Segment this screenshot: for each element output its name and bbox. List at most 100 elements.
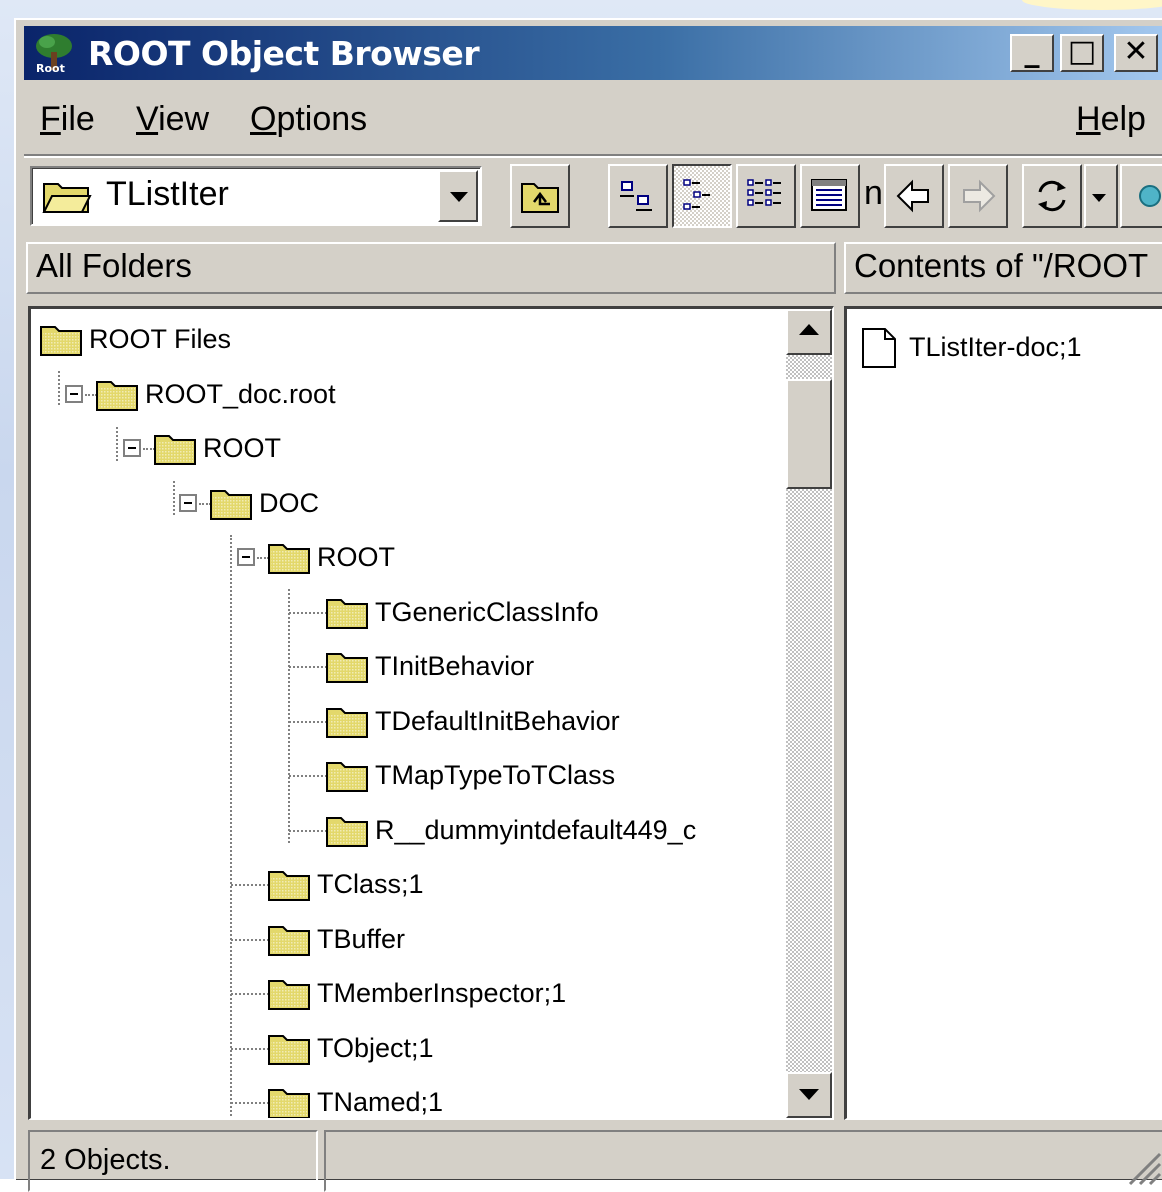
tree-node-label: DOC (259, 487, 319, 518)
forward-button[interactable] (948, 164, 1008, 228)
desktop-background: Root ROOT Object Browser _ □ ✕ File View… (0, 0, 1162, 1192)
menu-file[interactable]: File (40, 100, 95, 139)
small-icons-view-button[interactable] (672, 164, 732, 228)
scroll-down-button[interactable] (786, 1072, 832, 1118)
tree-node[interactable]: DOC (167, 481, 832, 525)
tree-node-label: ROOT Files (89, 324, 232, 354)
tree-node-label: TNamed;1 (317, 1087, 444, 1117)
menu-options-label: ptions (276, 100, 368, 138)
folder-icon (326, 598, 368, 629)
tree-node-label: TInitBehavior (375, 651, 535, 681)
list-view-button[interactable] (736, 164, 796, 228)
tree-node[interactable]: ROOT Files (31, 317, 757, 361)
folder-icon (210, 489, 252, 520)
tree-node[interactable]: TDefaultInitBehavior (283, 699, 832, 743)
tree-node[interactable]: TBuffer (225, 917, 832, 961)
menu-help-label: elp (1100, 100, 1146, 138)
menu-view[interactable]: View (136, 100, 209, 139)
tree-node[interactable]: TObject;1 (225, 1026, 832, 1070)
all-folders-header[interactable]: All Folders (26, 242, 836, 294)
collapse-toggle-icon[interactable] (65, 384, 83, 403)
location-combobox[interactable]: TListIter (30, 166, 482, 226)
tree-node[interactable]: TInitBehavior (283, 644, 832, 688)
tree-connector (231, 993, 269, 995)
tree-connector (231, 1047, 269, 1050)
folder-icon (268, 925, 310, 956)
extra-toolbar-button[interactable] (1120, 164, 1162, 228)
chevron-down-icon (1092, 194, 1106, 202)
refresh-icon (1038, 180, 1066, 212)
resize-grip-icon[interactable] (1124, 1148, 1162, 1188)
tree-node[interactable]: TMapTypeToTClass (283, 753, 832, 797)
folder-icon (326, 653, 368, 683)
menu-file-label: ile (60, 100, 95, 138)
maximize-button[interactable]: □ (1060, 34, 1104, 72)
tree-node-label: TClass;1 (317, 869, 424, 899)
tree-node[interactable]: R__dummyintdefault449_c (283, 808, 832, 852)
tree-connector (289, 720, 327, 723)
title-bar[interactable]: Root ROOT Object Browser _ □ ✕ (24, 26, 1162, 80)
contents-header[interactable]: Contents of "/ROOT (844, 242, 1162, 294)
tree-node[interactable]: TNamed;1 (225, 1080, 832, 1118)
root-tree-app-icon[interactable]: Root (32, 32, 76, 74)
back-button[interactable] (884, 164, 944, 228)
status-secondary (324, 1130, 1162, 1192)
collapse-toggle-icon[interactable] (179, 493, 197, 512)
tree-vertical-scrollbar[interactable] (786, 309, 832, 1118)
status-objects-count: 2 Objects. (28, 1130, 318, 1192)
list-icon (747, 179, 781, 206)
folder-icon (268, 871, 310, 901)
folder-icon (326, 707, 368, 738)
folder-tree-panel[interactable]: ROOT Files ROOT_doc.root ROOT DOC ROOT TGener… (28, 306, 834, 1120)
up-one-level-button[interactable] (510, 164, 570, 228)
tree-connector (289, 611, 327, 614)
up-folder-icon (521, 183, 559, 213)
refresh-button[interactable] (1022, 164, 1082, 228)
details-view-button[interactable] (800, 164, 860, 228)
tree-node-label: ROOT (203, 433, 281, 463)
tree-node[interactable]: TMemberInspector;1 (225, 971, 832, 1015)
tree-connector (231, 884, 269, 886)
menu-separator (24, 154, 1162, 158)
folder-icon (154, 435, 196, 465)
tree-node[interactable]: ROOT (225, 535, 832, 579)
tree-node-label: R__dummyintdefault449_c (375, 814, 697, 845)
collapse-toggle-icon[interactable] (123, 439, 141, 457)
collapse-toggle-icon[interactable] (237, 548, 255, 566)
tree-node[interactable]: TGenericClassInfo (283, 590, 832, 634)
tree-connector (289, 666, 327, 668)
menu-help[interactable]: Help (1076, 100, 1146, 139)
scroll-up-button[interactable] (786, 309, 832, 355)
contents-panel[interactable]: TListIter-doc;1 (844, 306, 1162, 1120)
folder-icon (268, 544, 310, 574)
list-item-label: TListIter-doc;1 (909, 332, 1082, 362)
tree-node-label: TBuffer (317, 923, 406, 954)
tree-node-label: ROOT (317, 542, 395, 572)
toolbar-partial-label: n (864, 174, 883, 212)
folder-icon (326, 816, 368, 847)
large-icons-icon (620, 181, 652, 211)
tree-connector (289, 829, 327, 832)
tree-node[interactable]: ROOT_doc.root (53, 372, 813, 416)
menu-options-accel: O (250, 100, 277, 138)
details-icon (811, 179, 847, 211)
tree-node-label: TMemberInspector;1 (317, 978, 567, 1008)
tree-connector (231, 1102, 269, 1104)
tree-node[interactable]: ROOT (111, 426, 832, 470)
menu-options[interactable]: Options (250, 100, 367, 139)
menu-bar: File View Options Help (24, 86, 1162, 152)
combobox-dropdown-button[interactable] (438, 170, 478, 222)
scroll-thumb[interactable] (786, 379, 832, 489)
large-icons-view-button[interactable] (608, 164, 668, 228)
close-button[interactable]: ✕ (1114, 34, 1158, 72)
menu-view-label: iew (158, 100, 210, 138)
minimize-button[interactable]: _ (1010, 34, 1054, 72)
folder-icon (268, 980, 310, 1010)
small-icons-icon (683, 179, 710, 210)
tree-node[interactable]: TClass;1 (225, 862, 832, 906)
folder-icon (40, 326, 82, 356)
globe-icon (1139, 185, 1161, 207)
window-title: ROOT Object Browser (88, 34, 480, 73)
folder-icon (268, 1034, 310, 1065)
toolbar-dropdown-button[interactable] (1084, 164, 1118, 228)
